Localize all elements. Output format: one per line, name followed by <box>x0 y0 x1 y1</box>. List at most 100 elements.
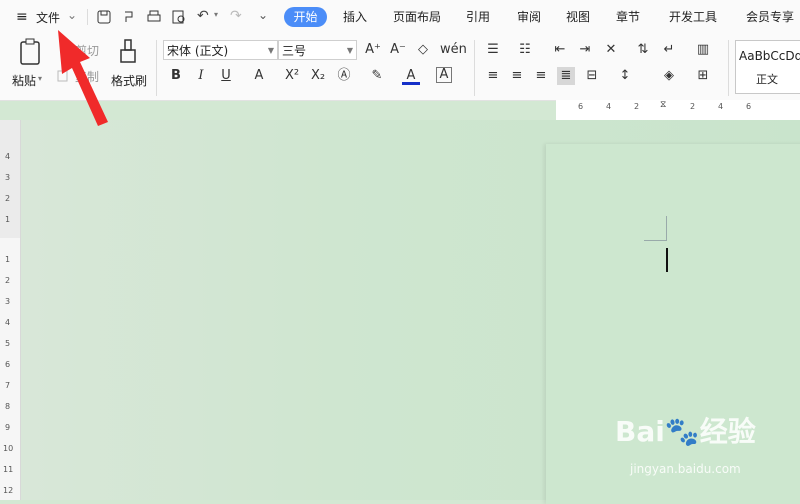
redo-icon[interactable]: ↷ <box>230 8 242 24</box>
style-preview: AaBbCcDd <box>739 49 800 63</box>
tab-page-layout[interactable]: 页面布局 <box>393 8 441 25</box>
borders-icon[interactable]: ⊞ <box>694 67 712 85</box>
chevron-down-icon: ▾ <box>38 74 43 83</box>
ruler-label: 9 <box>5 423 11 432</box>
font-name-value: 宋体 (正文) <box>167 44 229 58</box>
ruler-label: 8 <box>5 402 11 411</box>
ruler-label: 4 <box>5 318 11 327</box>
print-preview-icon[interactable] <box>171 9 187 25</box>
shrink-font-icon[interactable]: A⁻ <box>389 41 407 59</box>
ruler-label: 6 <box>5 360 11 369</box>
font-name-select[interactable]: 宋体 (正文) ▼ <box>163 40 278 60</box>
paste-button[interactable]: 粘贴 ▾ <box>12 38 48 90</box>
tab-view[interactable]: 视图 <box>566 8 590 25</box>
bold-icon[interactable]: B <box>167 67 185 85</box>
shading-icon[interactable]: ◈ <box>660 67 678 85</box>
separator <box>156 40 157 96</box>
numbered-list-icon[interactable]: ☷ <box>516 41 534 59</box>
subscript-icon[interactable]: X₂ <box>309 67 327 85</box>
bullet-list-icon[interactable]: ☰ <box>484 41 502 59</box>
watermark-brand: Bai <box>615 415 665 448</box>
font-size-select[interactable]: 三号 ▼ <box>278 40 357 60</box>
tab-member[interactable]: 会员专享 <box>746 8 794 25</box>
dropdown-icon[interactable]: ▾ <box>214 10 218 19</box>
baidu-watermark: Bai🐾经验 <box>615 410 756 450</box>
ruler-label: 1 <box>5 215 11 224</box>
underline-icon[interactable]: U <box>217 67 235 85</box>
annotation-arrow-icon <box>58 30 108 126</box>
text-effect-icon[interactable]: Ⓐ <box>335 67 353 85</box>
chevron-down-icon: ▼ <box>267 46 274 55</box>
ruler-label: 12 <box>3 486 14 495</box>
brush-icon <box>120 39 136 63</box>
distributed-icon[interactable]: ⊟ <box>583 67 601 85</box>
char-border-icon[interactable]: A <box>436 67 452 83</box>
tab-chapter[interactable]: 章节 <box>616 8 640 25</box>
ruler-label: 5 <box>5 339 11 348</box>
ruler-label: 4 <box>606 102 612 111</box>
indent-marker-icon[interactable]: ⧖ <box>660 100 666 110</box>
undo-icon[interactable]: ↶ <box>197 8 209 24</box>
ruler-label: 6 <box>746 102 752 111</box>
line-spacing-icon[interactable]: ↕ <box>616 67 634 85</box>
increase-indent-icon[interactable]: ⇥ <box>576 41 594 59</box>
ruler-label: 2 <box>634 102 640 111</box>
style-name: 正文 <box>756 73 778 86</box>
horizontal-ruler[interactable]: 6 4 2 2 4 6 ⧖ <box>556 100 800 120</box>
font-color-icon[interactable]: A <box>402 67 420 85</box>
grow-font-icon[interactable]: A⁺ <box>364 41 382 59</box>
ruler-icon[interactable]: ▥ <box>694 41 712 59</box>
ruler-label: 1 <box>5 255 11 264</box>
strikethrough-icon[interactable]: A <box>250 67 268 85</box>
separator <box>728 40 729 96</box>
tab-review[interactable]: 审阅 <box>517 8 541 25</box>
export-icon[interactable] <box>121 9 137 25</box>
sort-icon[interactable]: ⇅ <box>634 41 652 59</box>
menubar: ≡ 文件 ⌄ ↶ ▾ ↷ ⌄ 开始 插入 页面布局 引用 审阅 视图 章节 开发… <box>0 0 800 34</box>
justify-icon[interactable]: ≣ <box>557 67 575 85</box>
document-page[interactable] <box>546 144 800 504</box>
ruler-label: 2 <box>5 276 11 285</box>
print-icon[interactable] <box>146 9 162 25</box>
chinese-layout-icon[interactable]: ✕ <box>602 41 620 59</box>
tab-developer[interactable]: 开发工具 <box>669 8 717 25</box>
vertical-ruler[interactable]: 4 3 2 1 1 2 3 4 5 6 7 8 9 10 11 12 <box>0 120 21 500</box>
quick-access-more-icon[interactable]: ⌄ <box>258 8 268 22</box>
tab-home[interactable]: 开始 <box>284 7 327 27</box>
separator <box>474 40 475 96</box>
style-normal[interactable]: AaBbCcDd 正文 <box>735 40 800 94</box>
margin-corner-mark <box>644 216 667 241</box>
chevron-down-icon: ⌄ <box>67 8 78 22</box>
ruler-label: 7 <box>5 381 11 390</box>
clipboard-icon <box>20 38 40 65</box>
decrease-indent-icon[interactable]: ⇤ <box>551 41 569 59</box>
ruler-label: 3 <box>5 297 11 306</box>
highlight-icon[interactable]: ✎ <box>368 67 386 85</box>
ruler-label: 10 <box>3 444 14 453</box>
chevron-down-icon: ▼ <box>346 46 353 55</box>
superscript-icon[interactable]: X² <box>283 67 301 85</box>
font-size-value: 三号 <box>282 44 307 58</box>
align-right-icon[interactable]: ≡ <box>532 67 550 85</box>
separator <box>87 9 88 25</box>
italic-icon[interactable]: I <box>192 67 210 85</box>
clear-format-icon[interactable]: ◇ <box>414 41 432 59</box>
ruler-label: 6 <box>578 102 584 111</box>
pinyin-icon[interactable]: wén <box>440 41 467 59</box>
text-cursor <box>666 248 668 272</box>
ruler-label: 2 <box>690 102 696 111</box>
paw-icon: 🐾 <box>664 415 700 448</box>
watermark-brand2: 经验 <box>699 415 756 448</box>
paste-label: 粘贴 <box>12 74 37 88</box>
watermark-url: jingyan.baidu.com <box>630 462 741 476</box>
ruler-label: 11 <box>3 465 14 474</box>
paragraph-mark-icon[interactable]: ↵ <box>660 41 678 59</box>
tab-insert[interactable]: 插入 <box>343 8 367 25</box>
ruler-label: 3 <box>5 173 11 182</box>
tab-references[interactable]: 引用 <box>466 8 490 25</box>
align-left-icon[interactable]: ≡ <box>484 67 502 85</box>
ribbon: 粘贴 ▾ 剪切 复制 格式刷 宋体 (正文) ▼ 三号 ▼ A⁺ A⁻ ◇ wén … <box>0 34 800 101</box>
save-icon[interactable] <box>96 9 112 25</box>
align-center-icon[interactable]: ≡ <box>508 67 526 85</box>
ruler-label: 2 <box>5 194 11 203</box>
